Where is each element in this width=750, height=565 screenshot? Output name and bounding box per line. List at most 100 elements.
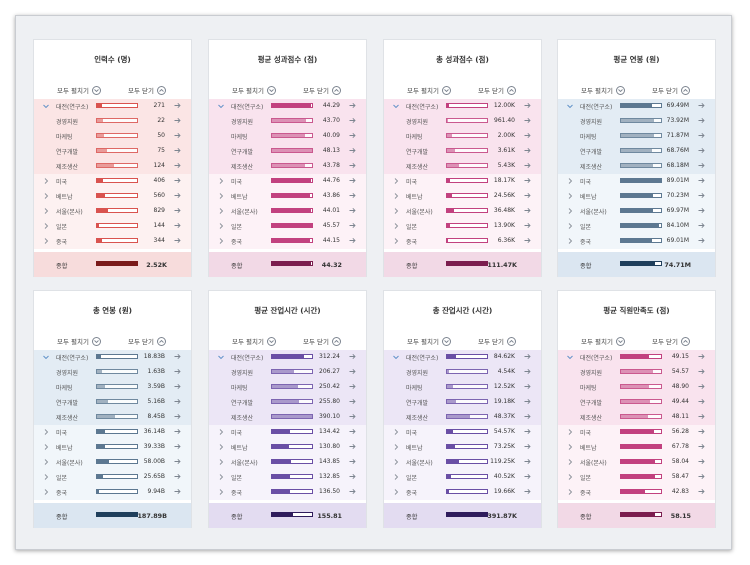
arrow-right-icon[interactable]: [349, 117, 356, 124]
chevron-right-icon[interactable]: [393, 207, 399, 215]
arrow-right-icon[interactable]: [174, 488, 181, 495]
chevron-down-icon[interactable]: [567, 353, 573, 361]
arrow-right-icon[interactable]: [174, 222, 181, 229]
arrow-right-icon[interactable]: [698, 428, 705, 435]
collapse-all-button[interactable]: 모두 닫기: [652, 85, 690, 95]
expand-all-button[interactable]: 모두 펼치기: [232, 336, 276, 346]
table-row[interactable]: 제조생산 48.11: [558, 410, 715, 425]
arrow-right-icon[interactable]: [174, 458, 181, 465]
arrow-right-icon[interactable]: [174, 428, 181, 435]
table-row[interactable]: 경영지원 22: [34, 114, 191, 129]
chevron-right-icon[interactable]: [567, 222, 573, 230]
chevron-right-icon[interactable]: [393, 443, 399, 451]
table-row[interactable]: 중국 6.36K: [384, 234, 541, 249]
chevron-right-icon[interactable]: [218, 443, 224, 451]
arrow-right-icon[interactable]: [524, 413, 531, 420]
table-row[interactable]: 서울(본사) 36.48K: [384, 204, 541, 219]
table-row[interactable]: 중국 9.94B: [34, 485, 191, 500]
arrow-right-icon[interactable]: [174, 177, 181, 184]
table-row[interactable]: 일본 132.85: [209, 470, 366, 485]
table-row[interactable]: 일본 58.47: [558, 470, 715, 485]
table-row[interactable]: 일본 13.90K: [384, 219, 541, 234]
table-row[interactable]: 제조생산 8.45B: [34, 410, 191, 425]
arrow-right-icon[interactable]: [524, 458, 531, 465]
table-row[interactable]: 중국 44.15: [209, 234, 366, 249]
table-row[interactable]: 서울(본사) 119.25K: [384, 455, 541, 470]
chevron-right-icon[interactable]: [393, 192, 399, 200]
arrow-right-icon[interactable]: [174, 237, 181, 244]
arrow-right-icon[interactable]: [174, 383, 181, 390]
arrow-right-icon[interactable]: [349, 368, 356, 375]
arrow-right-icon[interactable]: [524, 473, 531, 480]
chevron-right-icon[interactable]: [218, 488, 224, 496]
chevron-right-icon[interactable]: [43, 177, 49, 185]
table-row[interactable]: 중국 69.01M: [558, 234, 715, 249]
arrow-right-icon[interactable]: [174, 398, 181, 405]
expand-all-button[interactable]: 모두 펼치기: [57, 85, 101, 95]
arrow-right-icon[interactable]: [524, 222, 531, 229]
table-row[interactable]: 서울(본사) 44.01: [209, 204, 366, 219]
table-row[interactable]: 미국 56.28: [558, 425, 715, 440]
arrow-right-icon[interactable]: [174, 102, 181, 109]
arrow-right-icon[interactable]: [698, 222, 705, 229]
arrow-right-icon[interactable]: [698, 458, 705, 465]
table-row[interactable]: 마케팅 48.90: [558, 380, 715, 395]
chevron-right-icon[interactable]: [218, 237, 224, 245]
chevron-down-icon[interactable]: [567, 102, 573, 110]
table-row[interactable]: 제조생산 48.37K: [384, 410, 541, 425]
arrow-right-icon[interactable]: [524, 207, 531, 214]
arrow-right-icon[interactable]: [174, 147, 181, 154]
table-row[interactable]: 베트남 39.33B: [34, 440, 191, 455]
expand-all-button[interactable]: 모두 펼치기: [581, 85, 625, 95]
chevron-right-icon[interactable]: [393, 428, 399, 436]
table-row[interactable]: 일본 25.65B: [34, 470, 191, 485]
table-row[interactable]: 베트남 560: [34, 189, 191, 204]
arrow-right-icon[interactable]: [698, 117, 705, 124]
arrow-right-icon[interactable]: [524, 237, 531, 244]
table-row[interactable]: 대전(연구소) 84.62K: [384, 350, 541, 365]
expand-all-button[interactable]: 모두 펼치기: [581, 336, 625, 346]
table-row[interactable]: 미국 134.42: [209, 425, 366, 440]
arrow-right-icon[interactable]: [174, 473, 181, 480]
table-row[interactable]: 연구개발 48.13: [209, 144, 366, 159]
table-row[interactable]: 베트남 73.25K: [384, 440, 541, 455]
arrow-right-icon[interactable]: [174, 192, 181, 199]
chevron-right-icon[interactable]: [567, 473, 573, 481]
chevron-right-icon[interactable]: [218, 222, 224, 230]
arrow-right-icon[interactable]: [698, 353, 705, 360]
table-row[interactable]: 마케팅 250.42: [209, 380, 366, 395]
table-row[interactable]: 베트남 70.23M: [558, 189, 715, 204]
table-row[interactable]: 대전(연구소) 69.49M: [558, 99, 715, 114]
arrow-right-icon[interactable]: [524, 353, 531, 360]
expand-all-button[interactable]: 모두 펼치기: [407, 85, 451, 95]
chevron-right-icon[interactable]: [567, 428, 573, 436]
expand-all-button[interactable]: 모두 펼치기: [407, 336, 451, 346]
collapse-all-button[interactable]: 모두 닫기: [303, 85, 341, 95]
arrow-right-icon[interactable]: [524, 177, 531, 184]
arrow-right-icon[interactable]: [698, 162, 705, 169]
table-row[interactable]: 서울(본사) 58.04: [558, 455, 715, 470]
table-row[interactable]: 경영지원 54.57: [558, 365, 715, 380]
arrow-right-icon[interactable]: [349, 488, 356, 495]
expand-all-button[interactable]: 모두 펼치기: [57, 336, 101, 346]
chevron-right-icon[interactable]: [567, 207, 573, 215]
table-row[interactable]: 마케팅 12.52K: [384, 380, 541, 395]
arrow-right-icon[interactable]: [698, 398, 705, 405]
table-row[interactable]: 미국 406: [34, 174, 191, 189]
arrow-right-icon[interactable]: [524, 428, 531, 435]
arrow-right-icon[interactable]: [174, 443, 181, 450]
chevron-right-icon[interactable]: [43, 192, 49, 200]
chevron-right-icon[interactable]: [567, 458, 573, 466]
table-row[interactable]: 베트남 67.78: [558, 440, 715, 455]
arrow-right-icon[interactable]: [524, 368, 531, 375]
table-row[interactable]: 연구개발 3.61K: [384, 144, 541, 159]
table-row[interactable]: 중국 344: [34, 234, 191, 249]
arrow-right-icon[interactable]: [174, 207, 181, 214]
arrow-right-icon[interactable]: [174, 162, 181, 169]
chevron-right-icon[interactable]: [393, 473, 399, 481]
chevron-right-icon[interactable]: [218, 192, 224, 200]
chevron-right-icon[interactable]: [567, 192, 573, 200]
table-row[interactable]: 미국 18.17K: [384, 174, 541, 189]
arrow-right-icon[interactable]: [698, 102, 705, 109]
arrow-right-icon[interactable]: [524, 488, 531, 495]
